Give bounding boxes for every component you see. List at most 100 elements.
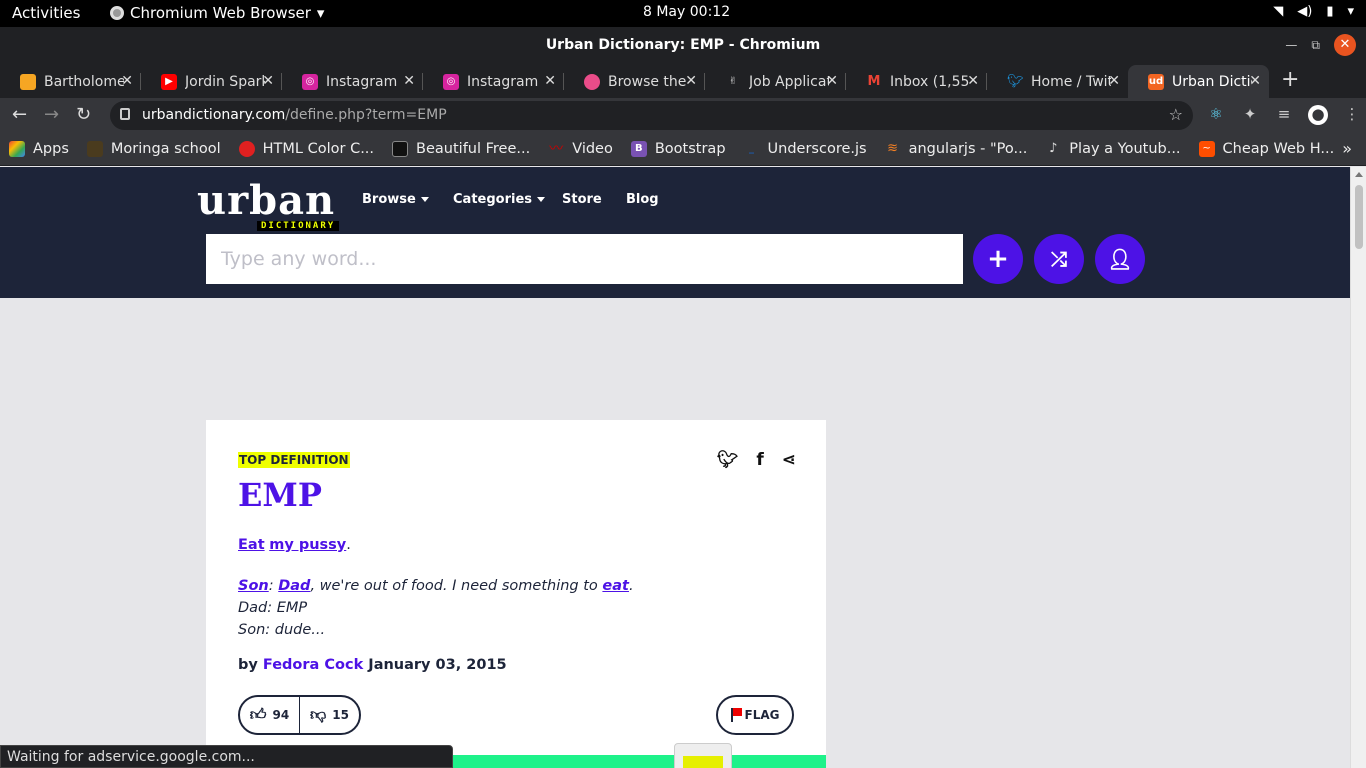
volume-icon: ◀): [1297, 4, 1313, 19]
address-bar[interactable]: urbandictionary.com/define.php?term=EMP …: [110, 101, 1193, 130]
search-input[interactable]: [206, 234, 963, 284]
bookmark-item[interactable]: ≋ angularjs - "Po...: [876, 141, 1037, 157]
caret-down-icon: [537, 197, 546, 202]
bookmark-star-icon[interactable]: ☆: [1169, 105, 1183, 124]
bootstrap-icon: B: [630, 141, 647, 157]
chromium-icon: [110, 6, 124, 20]
close-tab-icon[interactable]: ✕: [685, 73, 697, 89]
url-path: /define.php?term=EMP: [285, 107, 447, 123]
bookmark-item[interactable]: Beautiful Free...: [383, 141, 539, 157]
extensions-puzzle-icon[interactable]: ✦: [1240, 105, 1260, 125]
close-tab-icon[interactable]: ✕: [1108, 73, 1120, 89]
close-tab-icon[interactable]: ✕: [1249, 73, 1261, 89]
tab-favicon-icon: [20, 73, 36, 90]
close-tab-icon[interactable]: ✕: [403, 73, 415, 89]
facebook-share-icon[interactable]: f: [756, 450, 763, 470]
bookmark-item[interactable]: ~ Cheap Web H...: [1190, 141, 1344, 157]
close-tab-icon[interactable]: ✕: [121, 73, 133, 89]
tab[interactable]: ◎ Instagram ✕: [423, 65, 564, 98]
tab-label: Inbox (1,55: [890, 73, 970, 90]
bookmark-label: angularjs - "Po...: [908, 141, 1028, 157]
nav-browse[interactable]: Browse: [362, 192, 429, 207]
bookmark-item[interactable]: ♪ Play a Youtub...: [1036, 141, 1189, 157]
close-tab-icon[interactable]: ✕: [544, 73, 556, 89]
example-link[interactable]: Dad: [278, 578, 310, 594]
instagram-icon: ◎: [302, 73, 318, 90]
bookmark-item[interactable]: B Bootstrap: [622, 141, 735, 157]
upvote-button[interactable]: 👍︎ 94: [240, 697, 300, 733]
music-note-icon: ♪: [1049, 141, 1058, 156]
bookmark-item[interactable]: _ Underscore.js: [735, 141, 876, 157]
tab[interactable]: Browse the ✕: [564, 65, 705, 98]
clock[interactable]: 8 May 00:12: [643, 4, 730, 20]
top-definition-label: TOP DEFINITION: [238, 452, 350, 468]
new-tab-button[interactable]: +: [1269, 65, 1311, 98]
definition-word[interactable]: EMP: [238, 476, 322, 514]
tab[interactable]: ✌ Job Applicat ✕: [705, 65, 846, 98]
page-scrollbar[interactable]: [1350, 167, 1366, 768]
tab[interactable]: M Inbox (1,55 ✕: [846, 65, 987, 98]
scrollbar-thumb[interactable]: [1355, 185, 1363, 249]
nav-store[interactable]: Store: [562, 192, 602, 207]
logo-text: urban: [197, 177, 336, 224]
close-tab-icon[interactable]: ✕: [967, 73, 979, 89]
tab[interactable]: 🐦︎ Home / Twit ✕: [987, 65, 1128, 98]
app-menu[interactable]: Chromium Web Browser ▾: [110, 4, 324, 22]
maximize-button[interactable]: ⧉: [1311, 38, 1320, 53]
meaning-link[interactable]: Eat: [238, 537, 265, 553]
tab[interactable]: ▶ Jordin Sparks ✕: [141, 65, 282, 98]
system-top-bar: Activities Chromium Web Browser ▾ 8 May …: [0, 0, 1366, 27]
bookmark-label: Cheap Web H...: [1222, 141, 1335, 157]
author-link[interactable]: Fedora Cock: [263, 657, 363, 673]
forward-button[interactable]: →: [44, 104, 59, 125]
mug-image: [674, 743, 732, 768]
browser-toolbar: ← → ↻ urbandictionary.com/define.php?ter…: [0, 98, 1366, 133]
definition-date: January 03, 2015: [368, 657, 507, 673]
scroll-up-icon[interactable]: [1355, 172, 1363, 177]
back-button[interactable]: ←: [12, 104, 27, 125]
nav-categories[interactable]: Categories: [453, 192, 546, 207]
meaning-link[interactable]: my pussy: [269, 537, 346, 553]
more-bookmarks-icon[interactable]: »: [1342, 139, 1352, 158]
tab[interactable]: ◎ Instagram ✕: [282, 65, 423, 98]
close-window-button[interactable]: ✕: [1334, 34, 1356, 56]
system-tray[interactable]: ◥ ◀) ▮ ▾: [1273, 4, 1354, 19]
bookmark-item[interactable]: HTML Color C...: [230, 141, 383, 157]
nav-browse-label: Browse: [362, 192, 416, 207]
share-icon[interactable]: ⋖: [782, 450, 796, 470]
instagram-icon: ◎: [443, 73, 459, 90]
activities-button[interactable]: Activities: [12, 4, 80, 22]
tab-active[interactable]: ud Urban Dictio ✕: [1128, 65, 1269, 98]
downvote-button[interactable]: 👎︎ 15: [300, 697, 359, 733]
site-logo[interactable]: urban DICTIONARY: [197, 177, 340, 231]
minimize-button[interactable]: —: [1285, 38, 1297, 52]
lock-icon: [120, 108, 130, 120]
tab-label: Browse the: [608, 73, 687, 90]
example-line: Son: dude...: [238, 622, 326, 638]
bookmark-apps[interactable]: Apps: [0, 141, 78, 157]
app-name: Chromium Web Browser: [130, 4, 311, 22]
example-link[interactable]: eat: [602, 578, 629, 594]
react-devtools-icon[interactable]: ⚛: [1206, 105, 1226, 125]
flag-button[interactable]: FLAG: [716, 695, 794, 735]
profile-avatar-icon[interactable]: ●: [1308, 105, 1328, 125]
bookmark-item[interactable]: 〰 Video: [539, 141, 622, 157]
bookmark-item[interactable]: Moringa school: [78, 141, 230, 157]
add-definition-button[interactable]: +: [973, 234, 1023, 284]
close-tab-icon[interactable]: ✕: [262, 73, 274, 89]
close-tab-icon[interactable]: ✕: [826, 73, 838, 89]
twitter-icon: 🐦︎: [1007, 73, 1024, 89]
url-domain: urbandictionary.com: [142, 107, 286, 123]
example-link[interactable]: Son: [238, 578, 269, 594]
media-queue-icon[interactable]: ≡: [1274, 105, 1294, 125]
tab[interactable]: Bartholomew ✕: [0, 65, 141, 98]
reload-button[interactable]: ↻: [76, 104, 91, 125]
flag-label: FLAG: [744, 708, 780, 722]
kebab-menu-icon[interactable]: ⋮: [1342, 105, 1362, 125]
twitter-share-icon[interactable]: 🐦︎: [717, 450, 739, 470]
nav-blog[interactable]: Blog: [626, 192, 659, 207]
random-shuffle-button[interactable]: ⤮: [1034, 234, 1084, 284]
by-label: by: [238, 657, 258, 673]
tab-label: Urban Dictio: [1172, 73, 1252, 90]
user-account-button[interactable]: 👤︎: [1095, 234, 1145, 284]
